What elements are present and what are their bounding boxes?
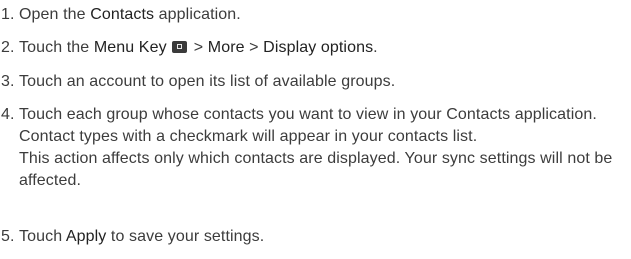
step-text-part: .	[373, 39, 378, 56]
step-number: 2.	[1, 39, 15, 56]
step-text: Touch Apply to save your settings.	[19, 226, 619, 248]
step-text-part: application.	[154, 6, 241, 23]
step-text-part: Touch	[19, 228, 66, 245]
step-text: Touch an account to open its list of ava…	[19, 73, 396, 90]
step-text: Open the Contacts application.	[19, 4, 619, 26]
step-text: Touch the Menu Key > More > Display opti…	[19, 37, 619, 59]
menu-key-label: Menu Key	[93, 39, 167, 56]
step-number: 4.	[1, 106, 15, 123]
step-number: 3.	[1, 73, 15, 90]
step-text: Touch each group whose contacts you want…	[19, 106, 597, 145]
step-text-part: Touch the	[19, 39, 94, 56]
menu-key-icon	[172, 41, 188, 53]
display-options-label: Display options	[263, 39, 374, 56]
step-4: 4. Touch each group whose contacts you w…	[0, 104, 631, 192]
contacts-label: Contacts	[90, 6, 155, 23]
more-label: More	[207, 39, 245, 56]
step-text-part: to save your settings.	[106, 228, 265, 245]
separator: >	[244, 39, 264, 56]
instructions-page: 1. Open the Contacts application. 2. Tou…	[0, 0, 631, 259]
apply-label: Apply	[65, 228, 107, 245]
step-1: 1. Open the Contacts application.	[0, 4, 631, 26]
step-number: 1.	[1, 6, 15, 23]
step-5: 5. Touch Apply to save your settings.	[0, 226, 631, 248]
step-text-part: Open the	[19, 6, 91, 23]
step-note: This action affects only which contacts …	[19, 150, 613, 189]
separator: >	[189, 39, 208, 56]
step-2: 2. Touch the Menu Key > More > Display o…	[0, 37, 631, 59]
step-number: 5.	[1, 228, 15, 245]
step-3: 3. Touch an account to open its list of …	[0, 71, 631, 93]
